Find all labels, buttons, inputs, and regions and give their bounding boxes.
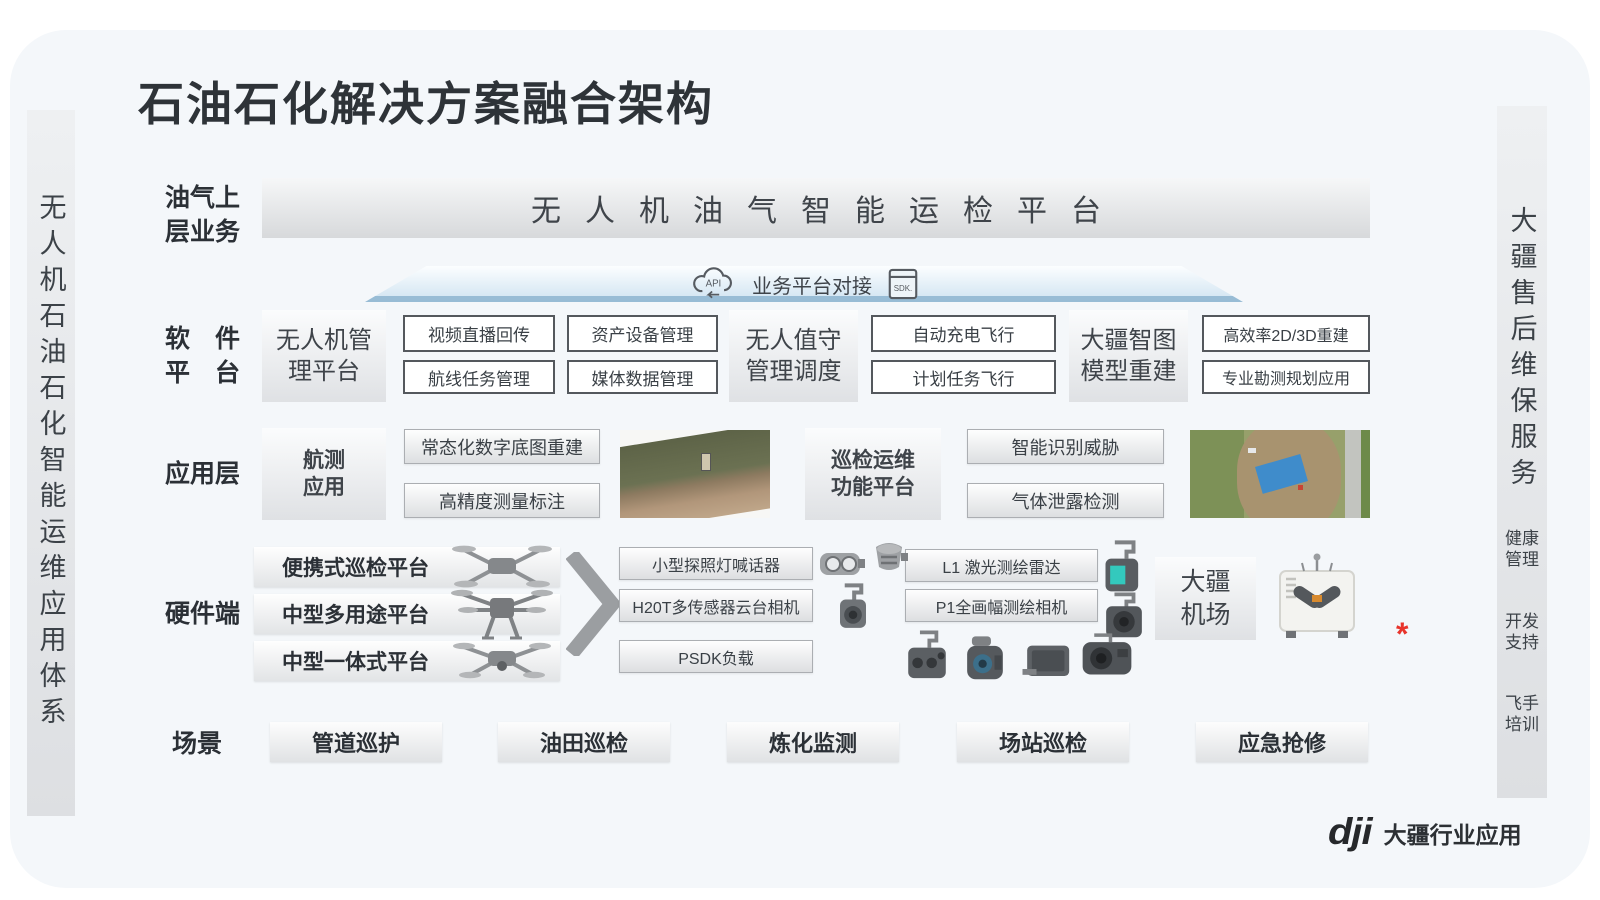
- scene-oilfield-inspection: 油田巡检: [498, 722, 670, 762]
- platform-medium-multipurpose: 中型多用途平台: [254, 594, 560, 634]
- required-asterisk: *: [1396, 616, 1408, 653]
- chevron-right-icon: [566, 552, 622, 656]
- bridge-label: 业务平台对接: [752, 270, 872, 299]
- page-title: 石油石化解决方案融合架构: [138, 68, 714, 134]
- svg-text:API: API: [706, 279, 722, 290]
- footer-brand: dji 大疆行业应用: [1328, 810, 1522, 855]
- right-service-bar-title: 大疆售后维保服务: [1503, 206, 1542, 494]
- payload-gimbal-camera-icon: [832, 583, 874, 635]
- aerial-image-mapping: [620, 430, 770, 518]
- payload-camera-icon: [1078, 632, 1136, 680]
- scene-station-inspection: 场站巡检: [957, 722, 1129, 762]
- svg-text:SDK.: SDK.: [894, 284, 913, 293]
- box-precision-annotation: 高精度测量标注: [404, 483, 600, 518]
- row-label-upstream: 油气上 层业务: [165, 182, 240, 250]
- drone-m30-icon: [452, 633, 552, 685]
- row-label-scenes: 场景: [172, 728, 222, 762]
- payload-spotlight-icon: [816, 545, 866, 581]
- left-system-bar: 无人机石油石化智能运维应用体系: [27, 110, 75, 816]
- box-threat-recognition: 智能识别威胁: [967, 429, 1164, 464]
- payload-speaker-icon: [868, 537, 910, 579]
- box-media-data: 媒体数据管理: [567, 360, 718, 394]
- box-l1-lidar: L1 激光测绘雷达: [905, 549, 1098, 582]
- block-inspection-platform: 巡检运维功能平台: [805, 428, 941, 520]
- dji-dock-icon: [1266, 551, 1368, 643]
- sdk-icon: SDK.: [888, 268, 918, 300]
- aerial-image-inspection: [1190, 430, 1370, 518]
- left-system-bar-text: 无人机石油石化智能运维应用体系: [32, 193, 71, 733]
- box-survey-planning: 专业勘测规划应用: [1202, 360, 1370, 394]
- payload-lidar-icon: [1100, 540, 1146, 596]
- api-cloud-icon: API: [690, 265, 736, 303]
- block-unattended-dispatch: 无人值守管理调度: [729, 310, 858, 402]
- box-video-livestream: 视频直播回传: [403, 315, 555, 352]
- block-drone-management: 无人机管理平台: [262, 310, 386, 402]
- box-h20t-camera: H20T多传感器云台相机: [619, 589, 813, 622]
- scene-pipeline-patrol: 管道巡护: [270, 722, 442, 762]
- block-dji-dock: 大疆机场: [1155, 557, 1256, 640]
- box-2d3d-reconstruction: 高效率2D/3D重建: [1202, 315, 1370, 352]
- platform-banner: 无人机油气智能运检平台: [262, 178, 1370, 238]
- service-item-dev: 开发支持: [1503, 611, 1540, 654]
- box-gas-leak-detection: 气体泄露检测: [967, 483, 1164, 518]
- platform-banner-text: 无人机油气智能运检平台: [507, 186, 1125, 230]
- architecture-diagram: 石油石化解决方案融合架构 无人机石油石化智能运维应用体系 大疆售后维保服务 健康…: [0, 0, 1600, 900]
- scene-emergency-repair: 应急抢修: [1196, 722, 1368, 762]
- box-route-task: 航线任务管理: [403, 360, 555, 394]
- payload-thermal-camera-icon: [962, 634, 1008, 684]
- box-spotlight-speaker: 小型探照灯喊话器: [619, 547, 813, 580]
- service-item-health: 健康管理: [1503, 528, 1540, 571]
- payload-psdk-box-icon: [1020, 641, 1074, 683]
- block-aerial-survey: 航测应用: [262, 428, 386, 520]
- dji-logo: dji: [1328, 812, 1372, 853]
- scene-refinery-monitoring: 炼化监测: [727, 722, 899, 762]
- service-item-pilot: 飞手培训: [1503, 693, 1540, 736]
- right-service-bar: 大疆售后维保服务 健康管理 开发支持 飞手培训: [1497, 106, 1547, 798]
- payload-zoom-camera-icon: [903, 630, 951, 684]
- box-basemap-reconstruction: 常态化数字底图重建: [404, 429, 600, 464]
- integration-bridge: API 业务平台对接 SDK.: [365, 266, 1243, 302]
- brand-text: 大疆行业应用: [1384, 816, 1522, 850]
- box-auto-charge-flight: 自动充电飞行: [871, 315, 1056, 352]
- box-asset-management: 资产设备管理: [567, 315, 718, 352]
- box-psdk-payload: PSDK负载: [619, 640, 813, 673]
- box-scheduled-flight: 计划任务飞行: [871, 360, 1056, 394]
- platform-medium-integrated: 中型一体式平台: [254, 641, 560, 681]
- row-label-software: 软 件 平 台: [165, 323, 240, 391]
- row-label-application: 应用层: [165, 458, 240, 492]
- box-p1-camera: P1全画幅测绘相机: [905, 589, 1098, 622]
- row-label-hardware: 硬件端: [165, 598, 240, 632]
- block-terra-model: 大疆智图模型重建: [1069, 310, 1188, 402]
